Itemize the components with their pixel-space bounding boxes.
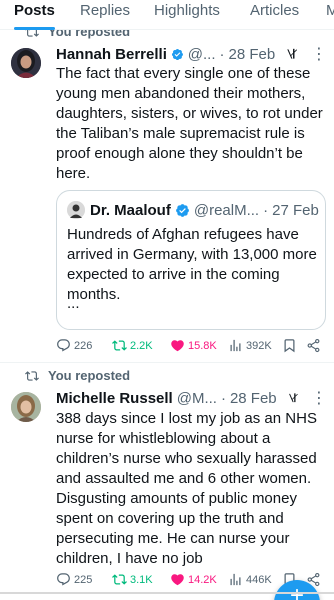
post-header: Michelle Russell @M... · 28 Feb ⋮ xyxy=(56,388,328,408)
separator-dot: · xyxy=(219,45,225,63)
post-date[interactable]: 28 Feb xyxy=(229,46,276,63)
quoted-post-text: Hundreds of Afghan refugees have arrived… xyxy=(67,226,317,303)
reply-count: 225 xyxy=(74,573,93,586)
repost-indicator: You reposted xyxy=(24,368,130,383)
avatar-image xyxy=(11,48,41,78)
repost-button[interactable]: 3.1K xyxy=(112,572,153,587)
quoted-separator-dot: · xyxy=(263,201,269,219)
repost-icon xyxy=(25,370,39,381)
view-count: 392K xyxy=(246,339,272,352)
quoted-post-ellipsis: ... xyxy=(67,295,80,312)
post-actions: 226 2.2K 15.8K 392K xyxy=(56,338,326,358)
reply-count: 226 xyxy=(74,339,93,352)
compose-post-button[interactable]: + xyxy=(274,580,320,600)
post-divider xyxy=(0,362,334,363)
heart-icon xyxy=(171,340,184,352)
quoted-post[interactable]: Dr. Maalouf @realM... · 27 Feb Hundreds … xyxy=(56,190,326,330)
quoted-author-name: Dr. Maalouf xyxy=(90,201,171,219)
separator-dot: · xyxy=(220,389,226,407)
views-icon xyxy=(230,573,241,586)
grok-icon[interactable] xyxy=(285,46,299,62)
tab-highlights[interactable]: Highlights xyxy=(154,0,220,30)
grok-icon[interactable] xyxy=(287,390,299,406)
repost-label: You reposted xyxy=(48,368,131,383)
author-handle[interactable]: @... xyxy=(188,46,216,63)
repost-count: 3.1K xyxy=(130,573,153,586)
repost-count: 2.2K xyxy=(130,339,153,352)
reply-button[interactable]: 226 xyxy=(56,338,92,353)
tab-replies-label: Replies xyxy=(80,2,131,19)
post-date[interactable]: 28 Feb xyxy=(230,390,277,407)
plus-icon: + xyxy=(289,582,304,600)
avatar-image xyxy=(11,392,41,422)
like-count: 14.2K xyxy=(188,573,217,586)
post-text: 388 days since I lost my job as an NHS n… xyxy=(56,410,317,567)
tab-articles[interactable]: Articles xyxy=(250,0,299,30)
avatar[interactable] xyxy=(11,392,41,422)
verified-badge-icon xyxy=(171,48,183,60)
bookmark-button[interactable] xyxy=(282,338,297,353)
like-button[interactable]: 14.2K xyxy=(170,572,217,587)
profile-tabs: Posts Replies Highlights Articles M xyxy=(0,0,334,30)
bookmark-icon xyxy=(284,339,295,353)
tab-replies[interactable]: Replies xyxy=(80,0,130,30)
like-count: 15.8K xyxy=(188,339,217,352)
post-text: The fact that every single one of these … xyxy=(56,65,323,182)
repost-icon xyxy=(112,340,127,351)
quoted-author-handle: @realM... xyxy=(193,201,260,219)
views-icon xyxy=(230,339,241,352)
reply-icon xyxy=(57,573,70,586)
heart-icon xyxy=(171,574,184,586)
tab-posts[interactable]: Posts xyxy=(14,0,55,30)
repost-button[interactable]: 2.2K xyxy=(112,338,153,353)
quoted-avatar-image xyxy=(67,201,85,219)
more-options-icon[interactable]: ⋮ xyxy=(311,388,328,408)
more-options-icon[interactable]: ⋮ xyxy=(311,44,328,64)
repost-icon xyxy=(112,574,127,585)
quoted-verified-badge-icon xyxy=(175,203,189,217)
tab-highlights-label: Highlights xyxy=(154,2,220,19)
avatar[interactable] xyxy=(11,48,41,78)
view-count: 446K xyxy=(246,573,272,586)
active-tab-indicator xyxy=(14,27,55,30)
views-button[interactable]: 392K xyxy=(228,338,272,353)
author-name[interactable]: Michelle Russell xyxy=(56,390,173,407)
author-handle[interactable]: @M... xyxy=(177,390,217,407)
post-header: Hannah Berrelli @... · 28 Feb ⋮ xyxy=(56,44,328,64)
quoted-post-date: 27 Feb xyxy=(272,201,319,219)
quoted-avatar xyxy=(67,201,85,219)
tab-media-label: M xyxy=(326,2,334,19)
author-name[interactable]: Hannah Berrelli xyxy=(56,46,167,63)
bottom-edge-bar xyxy=(0,592,334,594)
tab-posts-label: Posts xyxy=(14,2,55,19)
tab-articles-label: Articles xyxy=(250,2,300,19)
share-icon xyxy=(307,338,320,353)
tab-media[interactable]: M xyxy=(326,0,334,30)
reply-icon xyxy=(57,339,70,352)
share-button[interactable] xyxy=(306,338,321,353)
like-button[interactable]: 15.8K xyxy=(170,338,217,353)
quoted-post-header: Dr. Maalouf @realM... · 27 Feb xyxy=(67,201,319,219)
views-button[interactable]: 446K xyxy=(228,572,272,587)
reply-button[interactable]: 225 xyxy=(56,572,92,587)
